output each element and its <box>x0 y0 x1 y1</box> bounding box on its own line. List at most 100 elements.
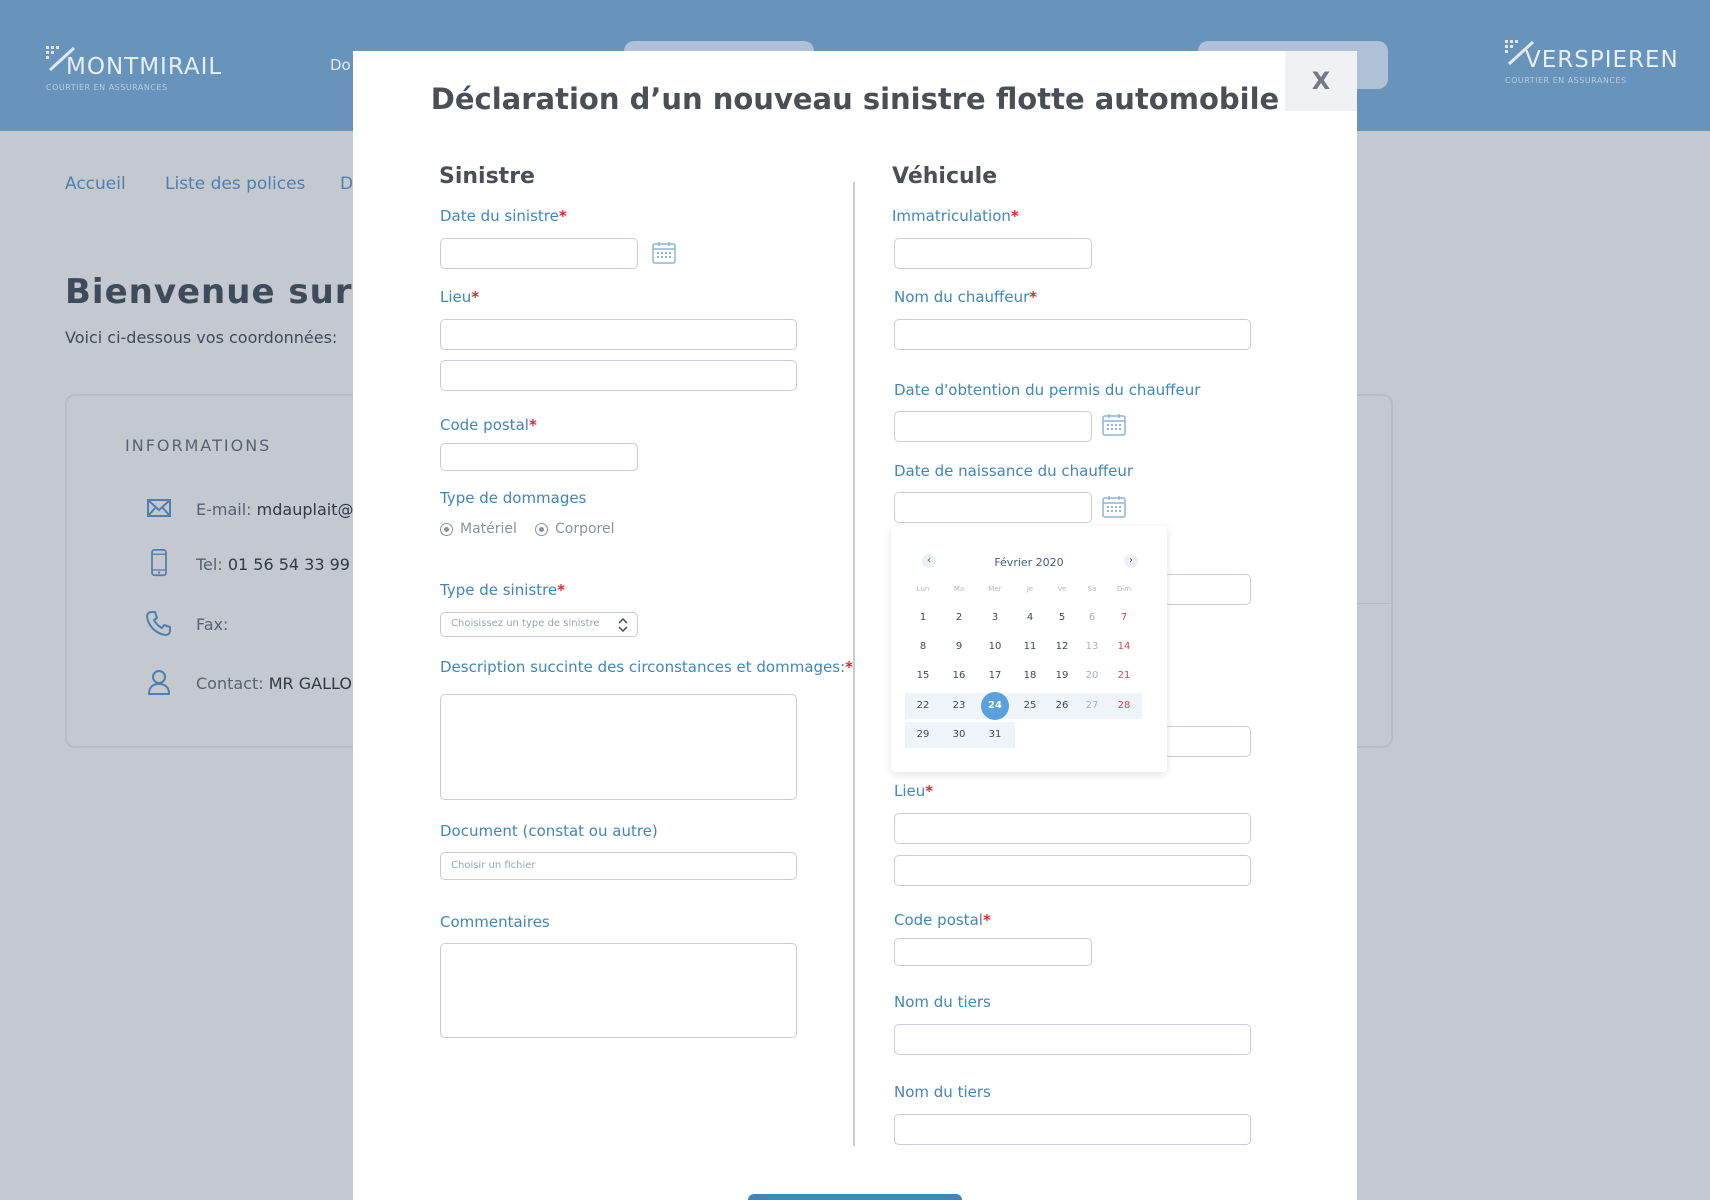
calendar-icon[interactable] <box>651 240 677 266</box>
datepicker-day[interactable]: 3 <box>980 607 1010 629</box>
calendar-icon[interactable] <box>1101 494 1127 520</box>
datepicker-day[interactable]: 17 <box>980 665 1010 687</box>
datepicker-day[interactable]: 24 <box>980 695 1010 717</box>
fax-label: Fax: <box>196 615 229 634</box>
datepicker-day[interactable]: 29 <box>908 724 938 746</box>
nom-tiers-input-1[interactable] <box>894 1024 1251 1055</box>
lieu-input-2[interactable] <box>440 360 797 391</box>
datepicker-weekday: Ve <box>1057 585 1067 593</box>
date-sinistre-input[interactable] <box>440 238 638 269</box>
logo-name: MONTMIRAIL <box>66 54 223 80</box>
datepicker-day[interactable]: 13 <box>1077 636 1107 658</box>
label-type-dommages: Type de dommages <box>440 489 587 507</box>
label-type-sinistre: Type de sinistre* <box>440 581 566 599</box>
code-postal-vehicule-input[interactable] <box>894 938 1092 966</box>
label-commentaires: Commentaires <box>440 913 550 931</box>
code-postal-input[interactable] <box>440 443 638 471</box>
datepicker-day[interactable]: 23 <box>944 695 974 717</box>
datepicker: ‹ Février 2020 › Lun Ma Mer Je Ve Sa Dim 1 2 3 4 5 6… <box>891 526 1167 772</box>
label-immatriculation: Immatriculation* <box>892 207 1019 225</box>
calendar-icon[interactable] <box>1101 412 1127 438</box>
datepicker-day[interactable]: 18 <box>1015 665 1045 687</box>
datepicker-day[interactable]: 9 <box>944 636 974 658</box>
datepicker-day[interactable]: 20 <box>1077 665 1107 687</box>
datepicker-day[interactable]: 16 <box>944 665 974 687</box>
lieu-vehicule-input-2[interactable] <box>894 855 1251 886</box>
modal-title: Déclaration d’un nouveau sinistre flotte… <box>430 82 1280 116</box>
datepicker-weekday: Dim <box>1116 585 1132 593</box>
tab-accueil[interactable]: Accueil <box>65 174 126 194</box>
datepicker-day[interactable]: 10 <box>980 636 1010 658</box>
label-lieu: Lieu* <box>440 288 480 306</box>
date-permis-input[interactable] <box>894 411 1092 442</box>
tab-liste-des-polices[interactable]: Liste des polices <box>165 174 305 194</box>
logo-subtitle: COURTIER EN ASSURANCES <box>46 83 168 92</box>
datepicker-day[interactable]: 8 <box>908 636 938 658</box>
datepicker-weekday: Lun <box>916 585 930 593</box>
radio-dot <box>440 523 453 536</box>
date-naissance-input[interactable] <box>894 492 1092 523</box>
datepicker-day[interactable]: 6 <box>1077 607 1107 629</box>
nom-chauffeur-input[interactable] <box>894 319 1251 350</box>
datepicker-day[interactable]: 25 <box>1015 695 1045 717</box>
datepicker-weekday: Je <box>1026 585 1034 593</box>
file-input[interactable]: Choisir un fichier <box>440 852 797 880</box>
label-code-postal: Code postal* <box>440 416 537 434</box>
label-nom-tiers-1: Nom du tiers <box>894 993 991 1011</box>
datepicker-day[interactable]: 21 <box>1109 665 1139 687</box>
tel-value: 01 56 54 33 99 <box>227 555 350 574</box>
datepicker-next-button[interactable]: › <box>1124 554 1138 568</box>
datepicker-day[interactable]: 5 <box>1047 607 1077 629</box>
immatriculation-input[interactable] <box>894 238 1092 269</box>
select-value: Choisissez un type de sinistre <box>451 618 600 629</box>
phone-icon <box>146 611 171 636</box>
label-nom-tiers-2: Nom du tiers <box>894 1083 991 1101</box>
nom-tiers-input-2[interactable] <box>894 1114 1251 1145</box>
datepicker-day[interactable]: 19 <box>1047 665 1077 687</box>
datepicker-day[interactable]: 28 <box>1109 695 1139 717</box>
datepicker-day[interactable]: 31 <box>980 724 1010 746</box>
label-date-permis: Date d'obtention du permis du chauffeur <box>894 381 1201 399</box>
tab-partial[interactable]: D <box>340 174 353 194</box>
lieu-vehicule-input-1[interactable] <box>894 813 1251 844</box>
verspieren-logo[interactable]: VERSPIEREN COURTIER EN ASSURANCES <box>1505 40 1685 90</box>
email-label: E-mail: <box>196 500 252 519</box>
radio-materiel[interactable]: Matériel <box>440 521 530 539</box>
datepicker-day[interactable]: 26 <box>1047 695 1077 717</box>
datepicker-day[interactable]: 15 <box>908 665 938 687</box>
radio-corporel[interactable]: Corporel <box>535 521 625 539</box>
datepicker-day[interactable]: 1 <box>908 607 938 629</box>
info-card-title: INFORMATIONS <box>125 436 272 455</box>
logo-name: VERSPIEREN <box>1525 47 1679 73</box>
datepicker-day[interactable]: 7 <box>1109 607 1139 629</box>
sort-arrows-icon <box>618 617 628 633</box>
type-sinistre-select[interactable]: Choisissez un type de sinistre <box>440 612 638 637</box>
datepicker-day[interactable]: 22 <box>908 695 938 717</box>
contact-label: Contact: <box>196 674 264 693</box>
submit-button[interactable] <box>748 1194 962 1200</box>
dommages-radio-group: Matériel Corporel <box>440 521 640 541</box>
label-date-sinistre: Date du sinistre* <box>440 207 567 225</box>
lieu-input-1[interactable] <box>440 319 797 350</box>
datepicker-day[interactable]: 2 <box>944 607 974 629</box>
commentaires-textarea[interactable] <box>440 943 797 1038</box>
montmirail-logo[interactable]: MONTMIRAIL COURTIER EN ASSURANCES <box>46 46 226 96</box>
label-code-postal-vehicule: Code postal* <box>894 911 991 929</box>
datepicker-day[interactable]: 4 <box>1015 607 1045 629</box>
section-title-sinistre: Sinistre <box>439 164 535 189</box>
datepicker-day[interactable]: 30 <box>944 724 974 746</box>
description-textarea[interactable] <box>440 694 797 800</box>
datepicker-day[interactable]: 27 <box>1077 695 1107 717</box>
column-divider <box>853 182 855 1146</box>
user-icon <box>148 670 170 695</box>
contact-row: Contact: MR GALLOIS <box>145 668 367 700</box>
datepicker-day[interactable]: 11 <box>1015 636 1045 658</box>
datepicker-day[interactable]: 12 <box>1047 636 1077 658</box>
label-lieu-vehicule: Lieu* <box>894 782 934 800</box>
datepicker-day[interactable]: 14 <box>1109 636 1139 658</box>
datepicker-weekday: Ma <box>953 585 965 593</box>
mobile-phone-icon <box>151 549 167 577</box>
mail-icon <box>147 499 171 517</box>
tel-row: Tel: 01 56 54 33 99 <box>145 549 365 581</box>
header-nav-item[interactable]: Do <box>330 56 351 74</box>
